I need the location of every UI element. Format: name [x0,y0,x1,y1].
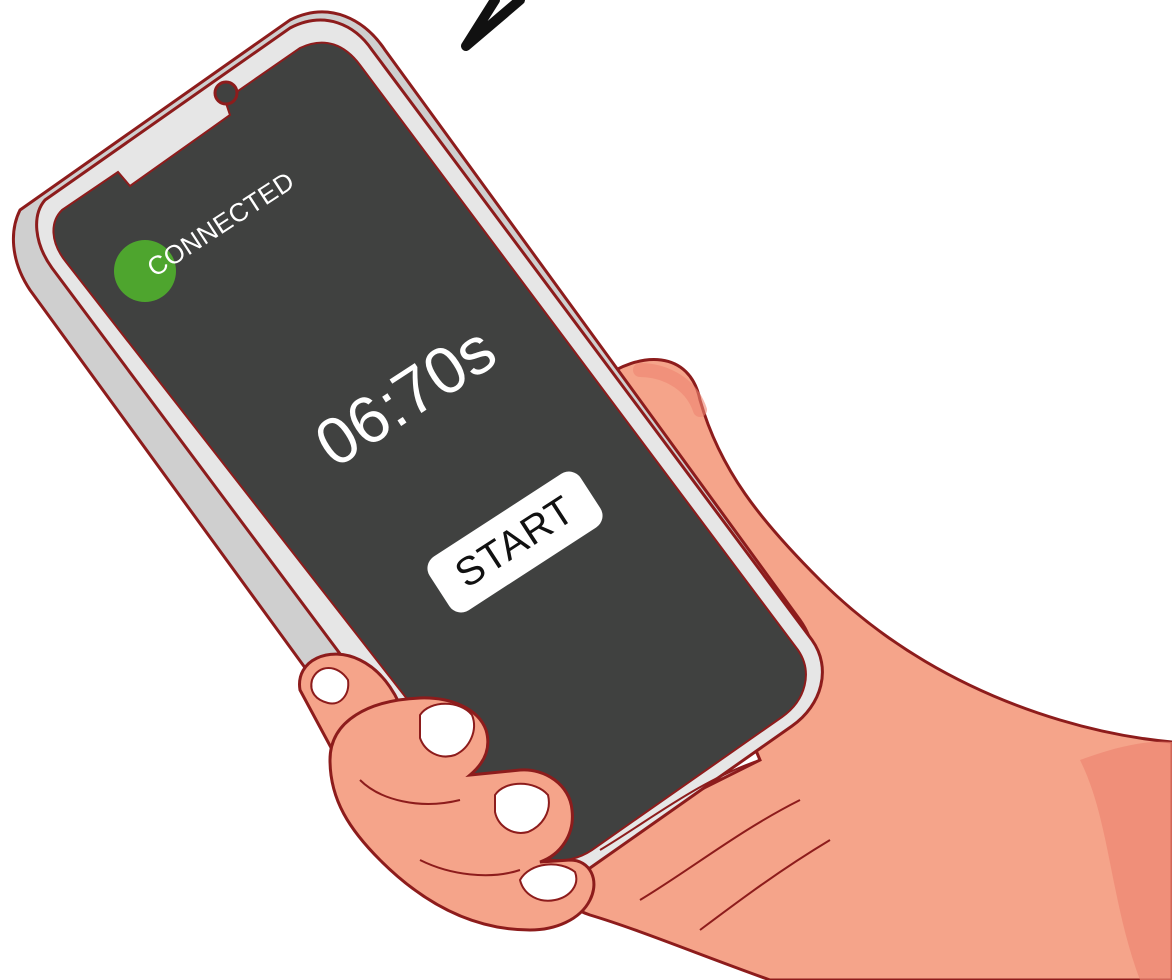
camera-icon [213,80,239,106]
zigzag-mark [461,0,525,51]
thumb-nail [310,667,350,705]
